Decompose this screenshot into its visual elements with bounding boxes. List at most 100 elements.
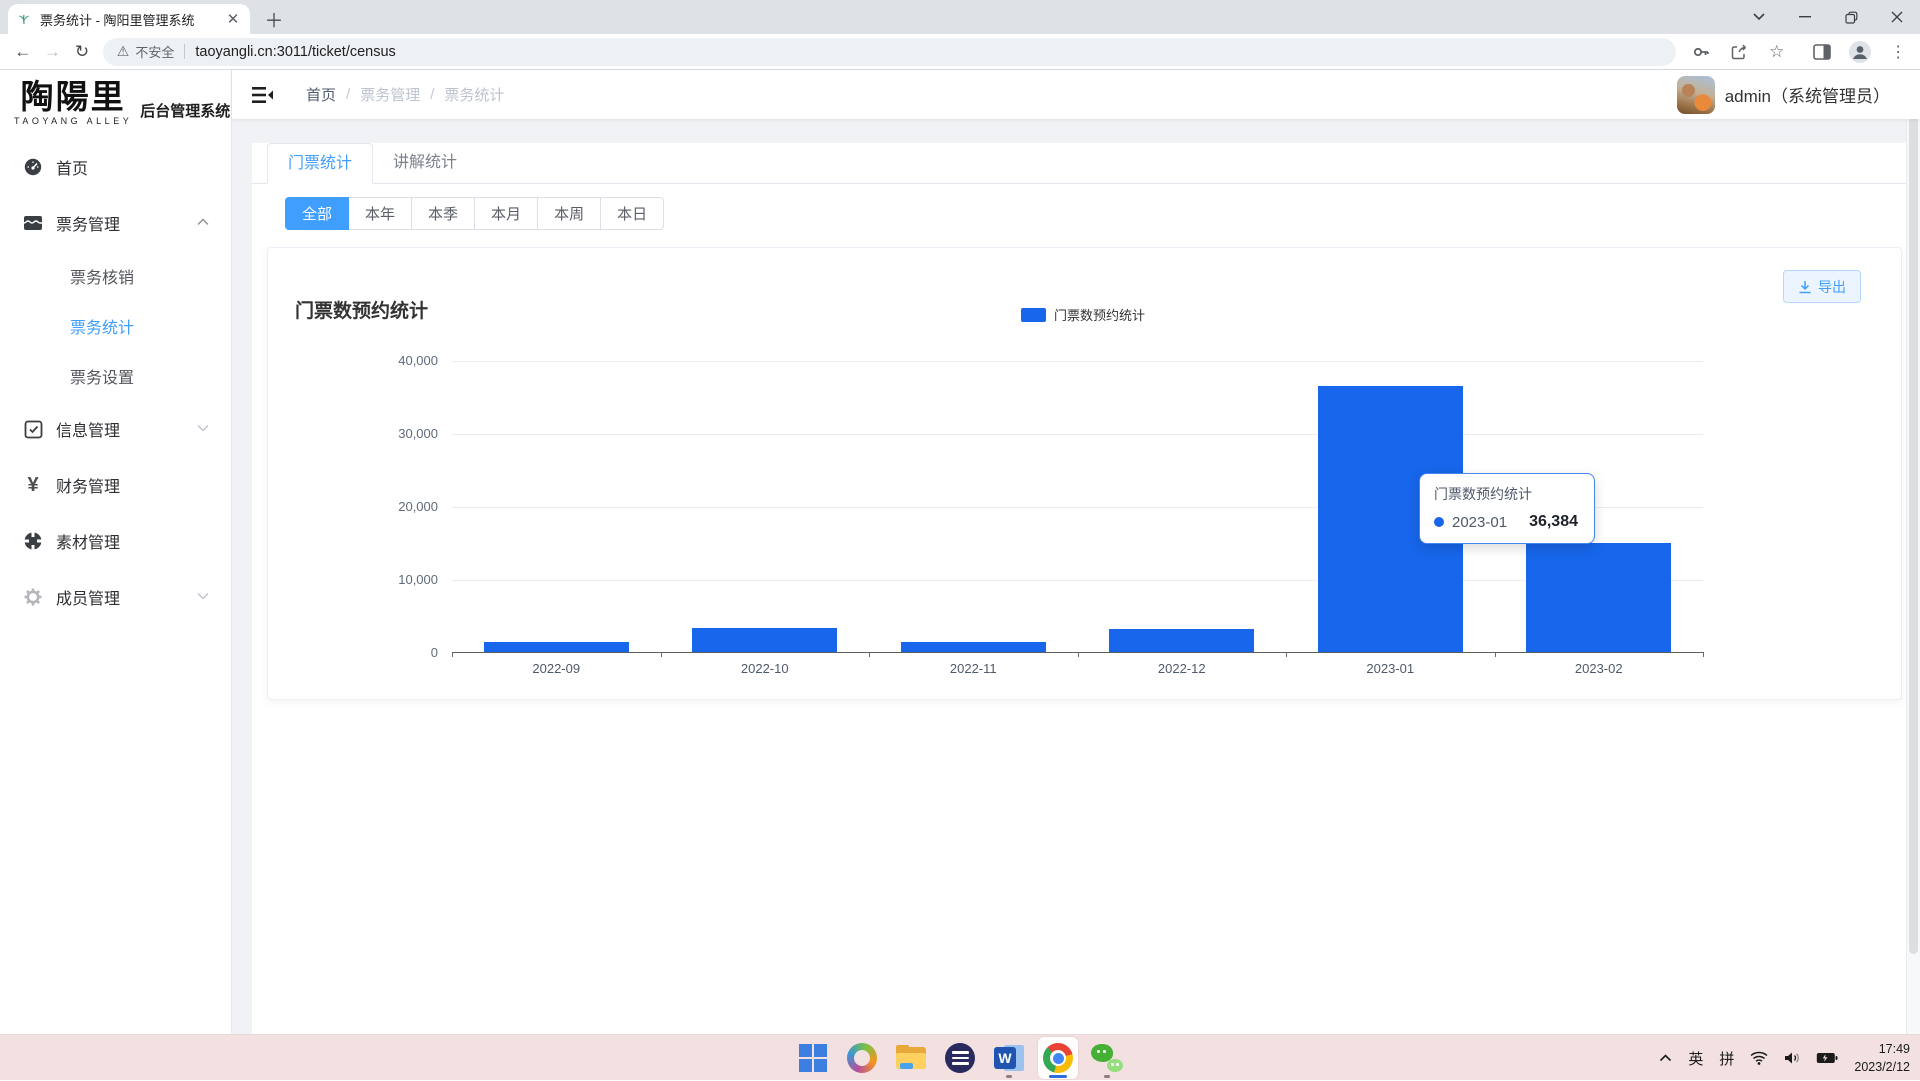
bar-2022-09[interactable] <box>484 642 629 652</box>
battery-icon[interactable] <box>1816 1052 1838 1064</box>
material-icon <box>22 530 44 552</box>
x-axis-label: 2023-02 <box>1495 661 1704 676</box>
page-scrollbar[interactable] <box>1906 70 1920 1034</box>
y-axis-tick-label: 20,000 <box>358 499 438 514</box>
tab-search-icon[interactable] <box>1736 0 1782 34</box>
address-bar[interactable]: ⚠ 不安全 taoyangli.cn:3011/ticket/census <box>103 38 1676 66</box>
back-button[interactable]: ← <box>8 42 38 62</box>
side-panel-icon[interactable] <box>1811 40 1835 64</box>
members-gear-icon <box>22 586 44 608</box>
taskbar-clock[interactable]: 17:49 2023/2/12 <box>1854 1040 1910 1076</box>
windows-taskbar: W 英 拼 17:49 2023/2/12 <box>0 1034 1920 1080</box>
statistics-tabs: 门票统计 讲解统计 <box>252 143 1906 184</box>
export-button[interactable]: 导出 <box>1783 270 1861 303</box>
main-content: 门票统计 讲解统计 全部 本年 本季 本月 本周 本日 导出 门票数预 <box>232 119 1920 1034</box>
user-avatar[interactable] <box>1677 76 1715 114</box>
browser-toolbar: ← → ↻ ⚠ 不安全 taoyangli.cn:3011/ticket/cen… <box>0 34 1920 70</box>
breadcrumb-ticket-statistics: 票务统计 <box>444 84 504 105</box>
password-key-icon[interactable] <box>1690 40 1714 64</box>
x-axis-tick <box>452 652 453 657</box>
ime-pinyin-indicator[interactable]: 拼 <box>1719 1048 1734 1069</box>
clock-time: 17:49 <box>1854 1040 1910 1058</box>
y-axis-tick-label: 10,000 <box>358 572 438 587</box>
logo-badge: 后台管理系统 <box>140 100 230 139</box>
sidebar-item-label: 票务统计 <box>70 314 134 338</box>
legend-swatch <box>1021 308 1046 322</box>
sidebar-item-finance-management[interactable]: ¥ 财务管理 <box>0 457 231 513</box>
chrome-icon[interactable] <box>1038 1037 1078 1079</box>
tab-close-icon[interactable]: ✕ <box>224 10 242 28</box>
chevron-down-icon <box>197 424 209 432</box>
navicat-icon[interactable] <box>842 1037 882 1079</box>
filter-year-button[interactable]: 本年 <box>348 197 412 230</box>
sidebar-item-ticket-settings[interactable]: 票务设置 <box>0 351 231 401</box>
gridline <box>452 361 1703 362</box>
chevron-up-icon <box>197 218 209 226</box>
filter-week-button[interactable]: 本周 <box>537 197 601 230</box>
message-icon <box>22 418 44 440</box>
y-axis-tick-label: 0 <box>358 645 438 660</box>
x-axis-label: 2022-12 <box>1078 661 1287 676</box>
scrollbar-thumb[interactable] <box>1909 74 1918 954</box>
sidebar-collapse-icon[interactable] <box>252 86 274 104</box>
filter-quarter-button[interactable]: 本季 <box>411 197 475 230</box>
sidebar-item-ticket-management[interactable]: 票务管理 <box>0 195 231 251</box>
chart-tooltip: 门票数预约统计 2023-01 36,384 <box>1419 473 1595 544</box>
breadcrumb-home[interactable]: 首页 <box>306 84 336 105</box>
bookmark-star-icon[interactable]: ☆ <box>1765 40 1789 64</box>
dashboard-icon <box>22 156 44 178</box>
browser-profile-avatar[interactable] <box>1848 40 1872 64</box>
volume-icon[interactable] <box>1784 1051 1800 1065</box>
bar-2022-12[interactable] <box>1109 629 1254 652</box>
chart-legend[interactable]: 门票数预约统计 <box>1021 305 1145 324</box>
favicon-sprout-icon <box>16 11 32 27</box>
window-close-button[interactable] <box>1874 0 1920 34</box>
start-icon[interactable] <box>793 1037 833 1079</box>
reload-button[interactable]: ↻ <box>67 42 97 62</box>
filter-day-button[interactable]: 本日 <box>600 197 664 230</box>
share-icon[interactable] <box>1727 40 1751 64</box>
gridline <box>452 434 1703 435</box>
sidebar-item-information-management[interactable]: 信息管理 <box>0 401 231 457</box>
chart-card: 导出 门票数预约统计 门票数预约统计 010,00020,00030,00040… <box>267 247 1902 700</box>
bar-2023-02[interactable] <box>1526 543 1671 653</box>
sidebar-item-ticket-statistics[interactable]: 票务统计 <box>0 301 231 351</box>
new-tab-button[interactable]: ＋ <box>260 5 288 33</box>
sidebar-item-material-management[interactable]: 素材管理 <box>0 513 231 569</box>
window-restore-button[interactable] <box>1828 0 1874 34</box>
filter-month-button[interactable]: 本月 <box>474 197 538 230</box>
bar-2022-11[interactable] <box>901 642 1046 652</box>
breadcrumb: 首页 / 票务管理 / 票务统计 <box>306 84 504 105</box>
finance-icon: ¥ <box>22 474 44 496</box>
ime-english-indicator[interactable]: 英 <box>1688 1048 1703 1069</box>
tab-ticket-statistics[interactable]: 门票统计 <box>267 143 373 184</box>
x-axis-tick <box>661 652 662 657</box>
sidebar-item-label: 财务管理 <box>56 473 120 497</box>
eclipse-icon[interactable] <box>940 1037 980 1079</box>
tab-guide-statistics[interactable]: 讲解统计 <box>373 143 477 184</box>
user-menu[interactable]: admin（系统管理员） <box>1677 76 1890 114</box>
security-label[interactable]: 不安全 <box>135 42 174 61</box>
forward-button[interactable]: → <box>38 42 68 62</box>
breadcrumb-ticket-management[interactable]: 票务管理 <box>360 84 420 105</box>
ticket-icon <box>22 212 44 234</box>
filter-all-button[interactable]: 全部 <box>285 197 349 230</box>
window-minimize-button[interactable] <box>1782 0 1828 34</box>
word-icon[interactable]: W <box>989 1037 1029 1079</box>
browser-menu-icon[interactable]: ⋮ <box>1886 40 1910 64</box>
bar-2022-10[interactable] <box>692 628 837 652</box>
sidebar-item-member-management[interactable]: 成员管理 <box>0 569 231 625</box>
wifi-icon[interactable] <box>1750 1051 1768 1065</box>
url-text[interactable]: taoyangli.cn:3011/ticket/census <box>195 44 395 60</box>
sidebar-item-ticket-verification[interactable]: 票务核销 <box>0 251 231 301</box>
file-explorer-icon[interactable] <box>891 1037 931 1079</box>
logo-subtitle: TAOYANG ALLEY <box>14 116 132 126</box>
browser-tab[interactable]: 票务统计 - 陶阳里管理系统 ✕ <box>8 4 250 34</box>
sidebar-item-home[interactable]: 首页 <box>0 139 231 195</box>
x-axis-label: 2023-01 <box>1286 661 1495 676</box>
wechat-icon[interactable] <box>1087 1037 1127 1079</box>
x-axis-tick <box>1286 652 1287 657</box>
x-axis-tick <box>1078 652 1079 657</box>
x-axis-tick <box>1703 652 1704 657</box>
hidden-icons-chevron-icon[interactable] <box>1659 1054 1672 1062</box>
